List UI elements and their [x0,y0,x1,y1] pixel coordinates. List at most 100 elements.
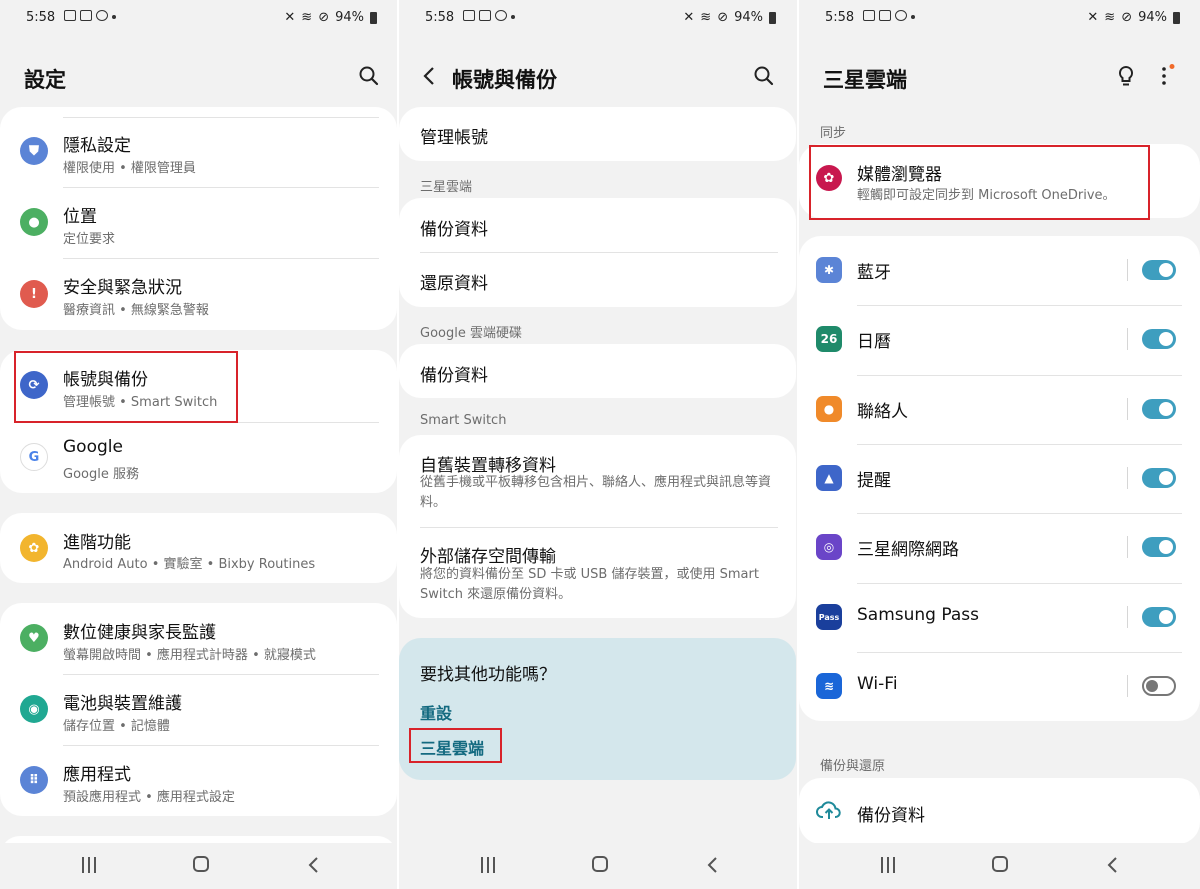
back-button[interactable] [306,856,322,874]
battery-care-icon: ◉ [20,695,48,723]
battery-icon [769,11,776,24]
gdrive-backup-item[interactable]: 備份資料 [399,344,796,398]
battery-icon [1173,11,1180,24]
sync-toggle-label: 日曆 [857,332,891,352]
sync-toggle-row[interactable]: ▲ 提醒 [799,444,1200,513]
highlight-samsung-cloud-link [409,728,502,763]
recents-button[interactable] [881,857,897,873]
more-notifications-icon [511,15,515,19]
recents-button[interactable] [82,857,98,873]
search-icon[interactable] [752,64,776,88]
settings-card-privacy: ⛊ 隱私設定 權限使用 • 權限管理員 ● 位置 定位要求 ! 安全與緊急狀況 … [0,107,397,330]
sync-toggle-label: 聯絡人 [857,402,908,422]
wifi-status-icon: ≋ [301,10,313,25]
search-icon[interactable] [357,64,381,88]
bluetooth-icon: ✱ [816,257,842,283]
navigation-bar [0,843,397,889]
sync-toggle-row[interactable]: 26 日曆 [799,305,1200,374]
cloud-upload-icon [816,801,841,819]
sync-toggle-switch[interactable] [1142,676,1176,696]
page-title: 設定 [24,68,66,92]
highlight-gallery-sync [809,145,1150,220]
section-sync: 同步 [820,126,847,141]
wifi-status-icon: ≋ [1104,10,1116,25]
facebook-notification-icon [895,10,907,21]
sync-toggle-label: Wi-Fi [857,674,898,694]
gallery-notification-icon [463,10,475,21]
manage-accounts-item[interactable]: 管理帳號 [399,107,796,161]
more-notifications-icon [911,15,915,19]
sync-toggle-switch[interactable] [1142,607,1176,627]
sync-toggle-label: 提醒 [857,471,891,491]
settings-item-privacy[interactable]: ⛊ 隱私設定 權限使用 • 權限管理員 [0,117,397,187]
samsung-cloud-screen: 5:58 ✕ ≋ ⊘ 94% 三星雲端 同步 ✿ 媒體瀏覽器 輕觸即可設定同步到 Mi… [799,0,1200,889]
sync-toggle-row[interactable]: ● 聯絡人 [799,375,1200,444]
contact-icon: ● [816,396,842,422]
gallery-notification-icon [863,10,875,21]
sync-toggle-switch[interactable] [1142,260,1176,280]
dnd-icon: ⊘ [318,10,330,25]
home-button[interactable] [592,856,608,872]
settings-item-advanced[interactable]: ✿ 進階功能 Android Auto • 實驗室 • Bixby Routin… [0,513,397,583]
alert-icon: ! [20,280,48,308]
calendar-icon: 26 [816,326,842,352]
wifi-icon: ≋ [816,673,842,699]
cloud-backup-data-item[interactable]: 備份資料 [799,778,1200,844]
page-title: 帳號與備份 [452,68,557,92]
settings-item-safety[interactable]: ! 安全與緊急狀況 醫療資訊 • 無線緊急警報 [0,258,397,330]
mute-icon: ✕ [1087,10,1099,25]
section-backup-restore: 備份與還原 [820,759,886,774]
section-samsung-cloud: 三星雲端 [420,180,473,195]
sync-toggle-switch[interactable] [1142,468,1176,488]
bell-icon: ▲ [816,465,842,491]
sync-toggle-switch[interactable] [1142,537,1176,557]
apps-grid-icon: ⠿ [20,766,48,794]
sync-toggle-row[interactable]: ◎ 三星網際網路 [799,513,1200,582]
samsung-pass-icon: Pass [816,604,842,630]
settings-item-apps[interactable]: ⠿ 應用程式 預設應用程式 • 應用程式設定 [0,745,397,816]
highlight-accounts-backup [14,351,238,423]
settings-item-location[interactable]: ● 位置 定位要求 [0,187,397,258]
status-time: 5:58 [26,10,56,25]
mute-icon: ✕ [683,10,695,25]
more-options-icon[interactable] [1152,64,1176,88]
reset-link[interactable]: 重設 [420,700,452,724]
settings-screen: 5:58 ✕ ≋ ⊘ 94% 設定 ⛊ 隱私設定 權限使用 • 權限管理員 ● 位置 … [0,0,397,889]
shield-icon: ⛊ [20,137,48,165]
sync-toggle-row[interactable]: ✱ 藍牙 [799,236,1200,305]
sync-toggle-list: ✱ 藍牙 26 日曆 ● 聯絡人 ▲ 提醒 ◎ 三星網際網路 Pass Samsung Pass ≋ Wi… [799,236,1200,721]
navigation-bar [399,843,796,889]
back-button[interactable] [705,856,721,874]
sync-toggle-switch[interactable] [1142,399,1176,419]
back-arrow-icon[interactable] [419,65,441,87]
heart-icon: ♥ [20,624,48,652]
facebook-notification-icon [495,10,507,21]
settings-item-google[interactable]: G Google Google 服務 [0,422,397,493]
gallery-notification-icon [64,10,76,21]
settings-item-battery[interactable]: ◉ 電池與裝置維護 儲存位置 • 記憶體 [0,674,397,745]
settings-item-wellbeing[interactable]: ♥ 數位健康與家長監護 螢幕開啟時間 • 應用程式計時器 • 就寢模式 [0,603,397,674]
facebook-notification-icon [96,10,108,21]
settings-card-advanced: ✿ 進階功能 Android Auto • 實驗室 • Bixby Routin… [0,513,397,583]
transfer-from-old-device-item[interactable]: 自舊裝置轉移資料 從舊手機或平板轉移包含相片、聯絡人、應用程式與訊息等資料。 [399,435,796,527]
dnd-icon: ⊘ [717,10,729,25]
lightbulb-icon[interactable] [1114,64,1138,88]
external-storage-transfer-item[interactable]: 外部儲存空間傳輸 將您的資料備份至 SD 卡或 USB 儲存裝置，或使用 Sma… [399,527,796,618]
battery-icon [370,11,377,24]
mail-notification-icon [879,10,891,21]
recents-button[interactable] [481,857,497,873]
sync-toggle-label: Samsung Pass [857,605,979,625]
sync-toggle-switch[interactable] [1142,329,1176,349]
home-button[interactable] [992,856,1008,872]
status-bar: 5:58 ✕ ≋ ⊘ 94% [399,8,796,28]
sync-toggle-label: 三星網際網路 [857,540,959,560]
status-bar: 5:58 ✕ ≋ ⊘ 94% [799,8,1200,28]
home-button[interactable] [193,856,209,872]
sync-toggle-row[interactable]: ≋ Wi-Fi [799,652,1200,721]
battery-text: 94% [335,10,364,25]
sync-toggle-row[interactable]: Pass Samsung Pass [799,583,1200,652]
cloud-restore-item[interactable]: 還原資料 [399,252,796,307]
back-button[interactable] [1105,856,1121,874]
cloud-backup-item[interactable]: 備份資料 [399,198,796,252]
section-google-drive: Google 雲端硬碟 [420,326,522,341]
